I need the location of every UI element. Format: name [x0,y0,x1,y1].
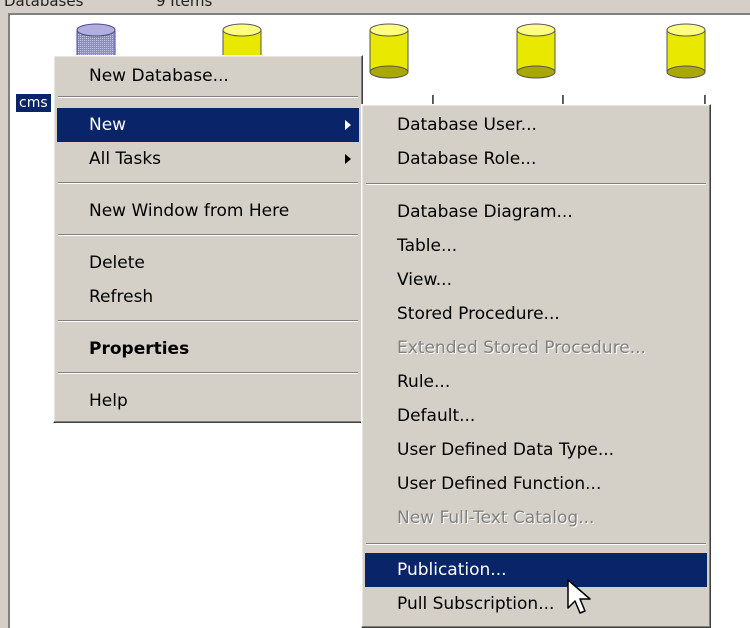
list-header-strip: Databases 9 Items [0,0,750,13]
menu-separator [58,96,358,98]
menu-item-pull-subscription[interactable]: Pull Subscription... [365,587,707,621]
menu-item-properties[interactable]: Properties [57,332,359,366]
database-label-selected[interactable]: cms [15,93,52,113]
menu-item-label: All Tasks [89,149,162,169]
menu-item-table[interactable]: Table... [365,229,707,263]
menu-item-user-defined-function[interactable]: User Defined Function... [365,467,707,501]
header-right-text: 9 Items [156,0,213,10]
header-left-text: Databases [4,0,84,10]
menu-separator [366,543,706,545]
database-icon[interactable] [365,22,413,80]
menu-item-user-defined-data-type[interactable]: User Defined Data Type... [365,433,707,467]
menu-item-label: New [89,115,127,135]
menu-item-new-database[interactable]: New Database... [57,59,359,93]
menu-item-default[interactable]: Default... [365,399,707,433]
submenu-arrow-icon [345,154,351,164]
menu-item-database-diagram[interactable]: Database Diagram... [365,195,707,229]
database-icon[interactable] [512,22,560,80]
menu-item-all-tasks[interactable]: All Tasks [57,142,359,176]
menu-item-rule[interactable]: Rule... [365,365,707,399]
menu-item-database-role[interactable]: Database Role... [365,142,707,176]
menu-item-view[interactable]: View... [365,263,707,297]
menu-item-new-fulltext-catalog: New Full-Text Catalog... [397,508,595,528]
menu-separator [58,234,358,236]
menu-separator [58,372,358,374]
context-menu: New Database... New All Tasks New Window… [53,55,363,423]
menu-item-publication[interactable]: Publication... [365,553,707,587]
menu-item-new-window-from-here[interactable]: New Window from Here [57,194,359,228]
menu-item-help[interactable]: Help [57,384,359,418]
menu-separator [58,182,358,184]
submenu-arrow-icon [345,120,351,130]
menu-item-new[interactable]: New [57,108,359,142]
menu-item-database-user[interactable]: Database User... [365,108,707,142]
menu-item-delete[interactable]: Delete [57,246,359,280]
menu-item-stored-procedure[interactable]: Stored Procedure... [365,297,707,331]
new-submenu: Database User... Database Role... Databa… [361,104,711,628]
menu-separator [58,320,358,322]
database-icon[interactable] [662,22,710,80]
menu-item-extended-stored-procedure: Extended Stored Procedure... [397,338,646,358]
mouse-pointer-icon [567,579,591,614]
menu-item-refresh[interactable]: Refresh [57,280,359,314]
menu-separator [366,183,706,185]
